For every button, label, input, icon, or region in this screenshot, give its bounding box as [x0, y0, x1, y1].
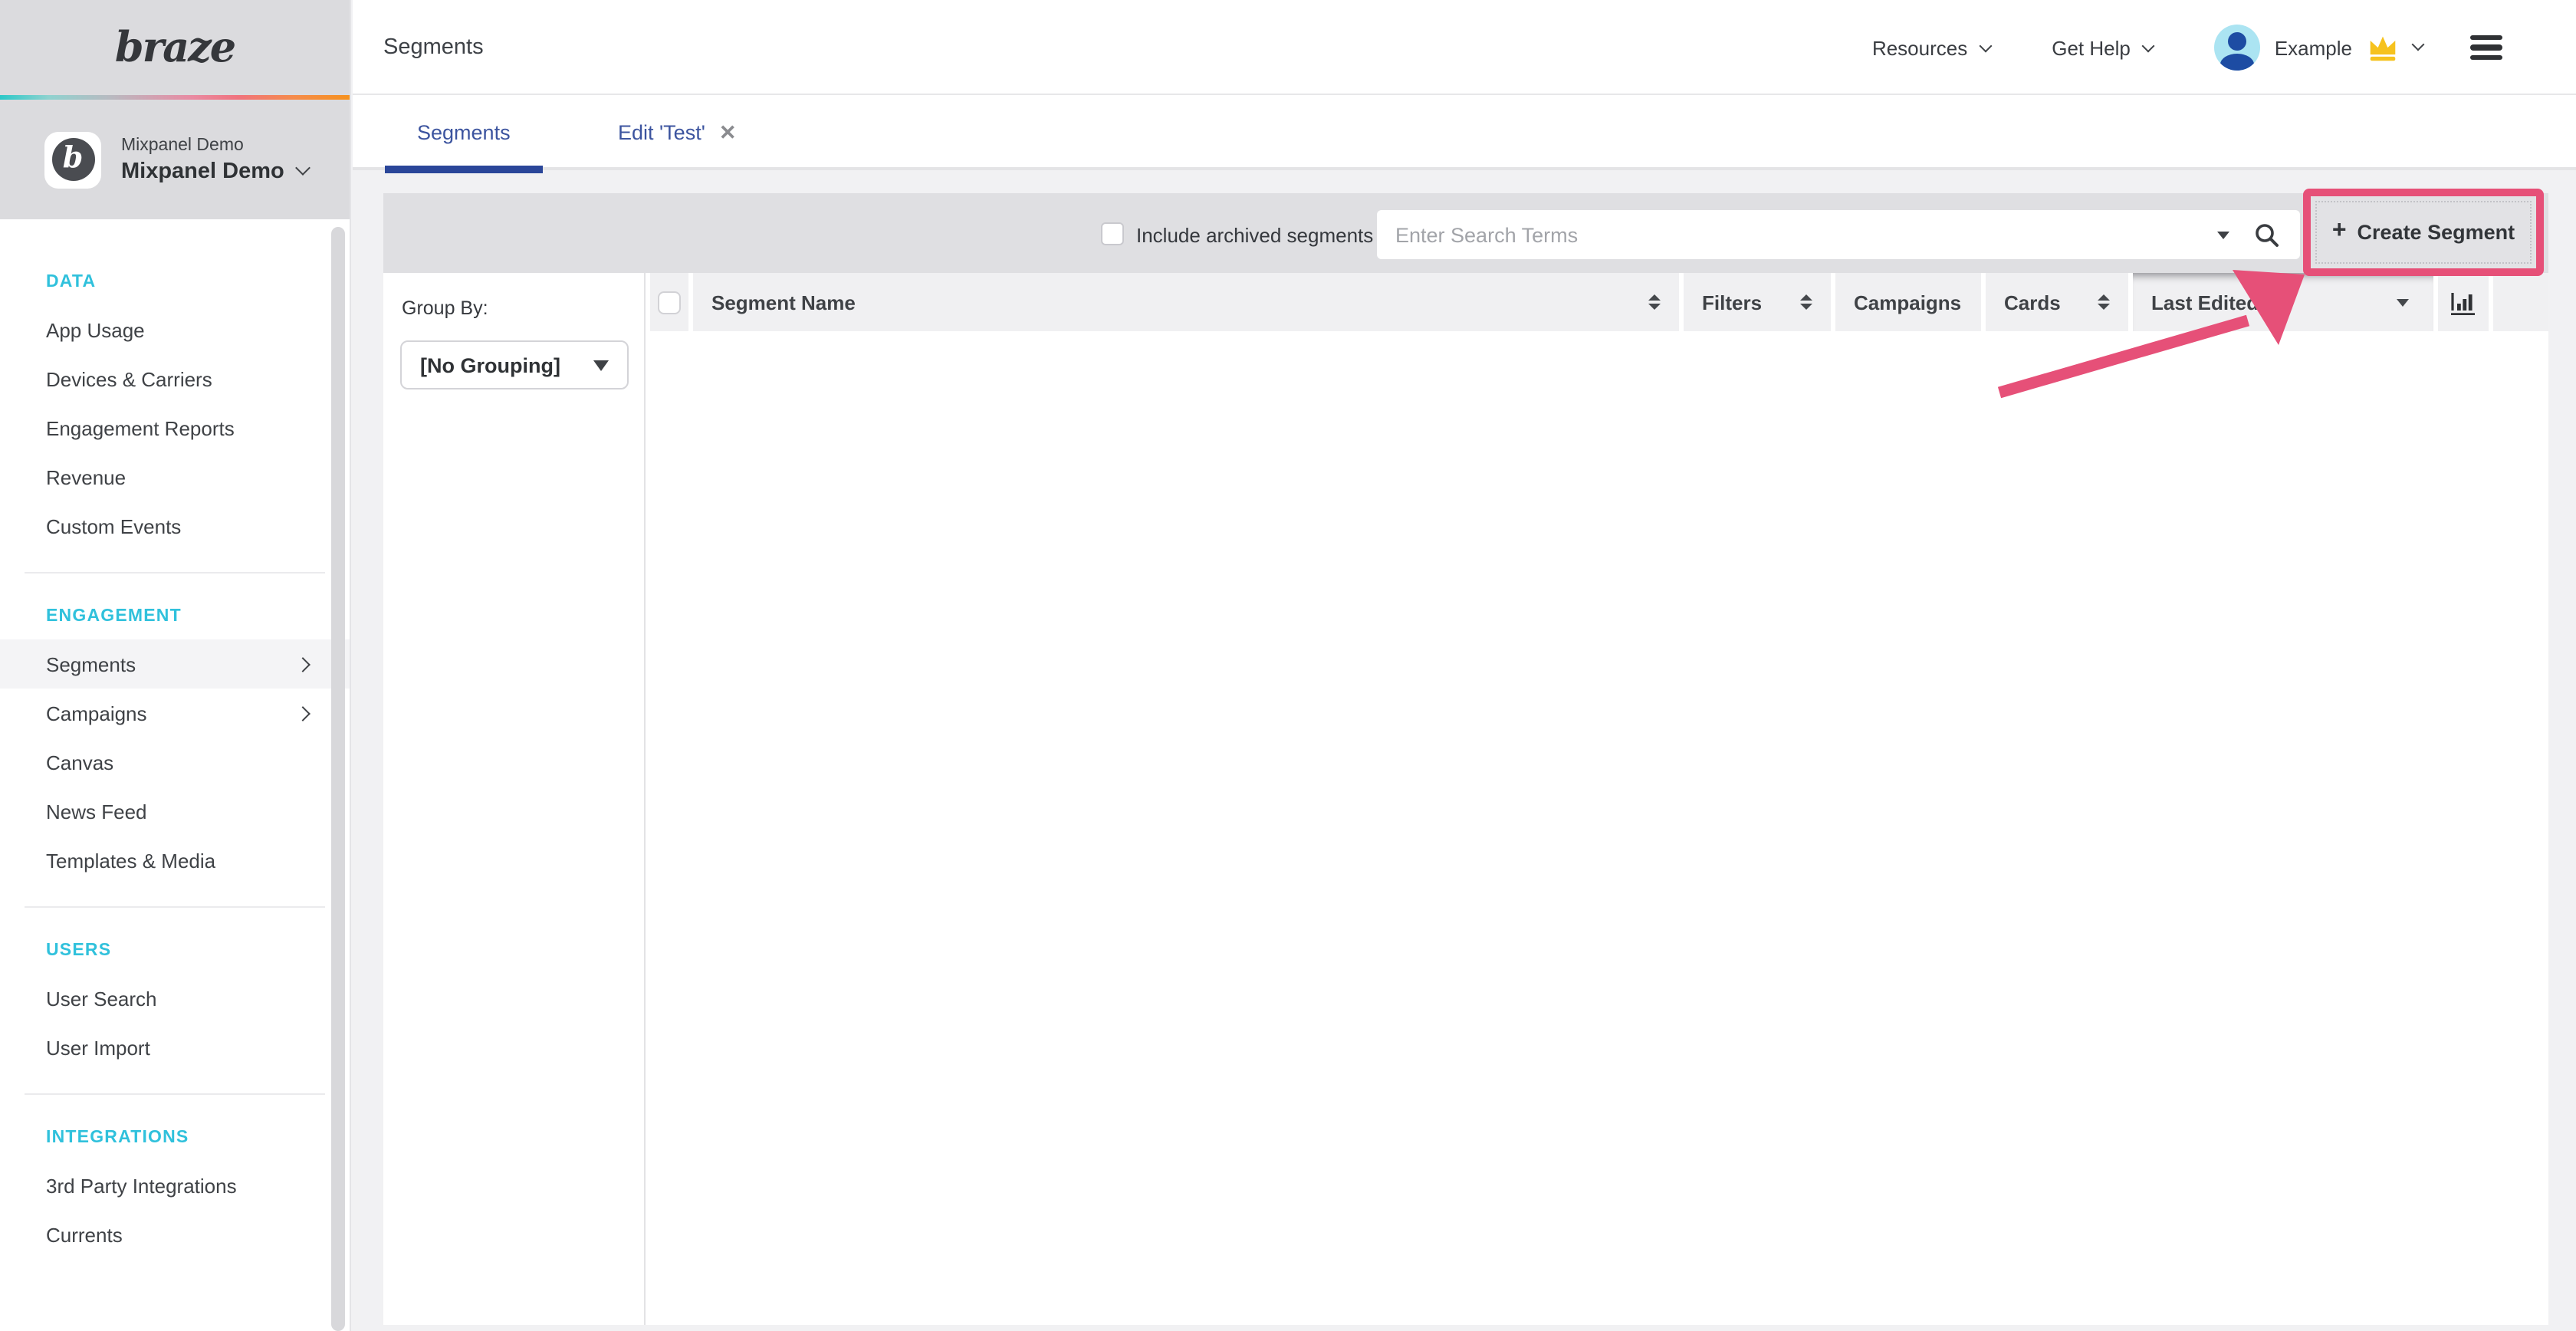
sidebar-item-app-usage[interactable]: App Usage: [0, 305, 350, 354]
column-campaigns[interactable]: Campaigns: [1835, 273, 1981, 331]
group-by-label: Group By:: [402, 297, 644, 319]
sidebar-item-canvas[interactable]: Canvas: [0, 738, 350, 787]
workspace-icon: b: [44, 131, 101, 188]
top-bar-actions: Resources Get Help Example: [1872, 0, 2502, 95]
sidebar-item-engagement-reports[interactable]: Engagement Reports: [0, 403, 350, 452]
table-body: [650, 331, 2548, 1325]
nav-section-title: USERS: [25, 926, 325, 974]
sidebar: braze b Mixpanel Demo Mixpanel Demo DATA…: [0, 0, 351, 1331]
search-box: [1377, 210, 2300, 259]
chevron-right-icon: [295, 656, 310, 672]
sidebar-item-devices-carriers[interactable]: Devices & Carriers: [0, 354, 350, 403]
resources-menu[interactable]: Resources: [1872, 36, 1990, 59]
column-last-edited[interactable]: Last Edited: [2133, 273, 2433, 331]
column-cards[interactable]: Cards: [1986, 273, 2128, 331]
nav-section-engagement: ENGAGEMENT Segments Campaigns Canvas New…: [25, 572, 325, 906]
nav-section-title: ENGAGEMENT: [25, 592, 325, 639]
select-all-cell: [650, 273, 688, 331]
chevron-down-icon: [296, 160, 311, 176]
select-all-checkbox[interactable]: [658, 291, 681, 314]
sidebar-scrollbar[interactable]: [331, 227, 345, 1331]
user-name: Example: [2275, 36, 2352, 59]
sort-desc-icon[interactable]: [2397, 298, 2409, 306]
sidebar-item-templates-media[interactable]: Templates & Media: [0, 836, 350, 885]
column-analytics[interactable]: [2438, 273, 2489, 331]
nav-section-integrations: INTEGRATIONS 3rd Party Integrations Curr…: [25, 1093, 325, 1280]
nav-section-title: INTEGRATIONS: [25, 1113, 325, 1161]
search-dropdown-caret-icon[interactable]: [2217, 231, 2229, 238]
sidebar-item-segments[interactable]: Segments: [0, 639, 350, 689]
table-header: Segment Name Filters Campaigns Cards Las…: [650, 273, 2548, 331]
workspace-name: Mixpanel Demo: [121, 136, 309, 154]
plus-icon: +: [2332, 218, 2347, 245]
sidebar-item-user-search[interactable]: User Search: [0, 974, 350, 1023]
sort-icon[interactable]: [1800, 294, 1812, 311]
group-by-select[interactable]: [No Grouping]: [400, 340, 629, 389]
sidebar-item-custom-events[interactable]: Custom Events: [0, 501, 350, 550]
sidebar-item-revenue[interactable]: Revenue: [0, 452, 350, 501]
chevron-down-icon: [2412, 38, 2425, 51]
column-filters[interactable]: Filters: [1684, 273, 1831, 331]
segments-panel: Include archived segments + Create Segme…: [383, 193, 2548, 1325]
hamburger-menu-icon[interactable]: [2470, 35, 2502, 59]
sidebar-item-3rd-party-integrations[interactable]: 3rd Party Integrations: [0, 1161, 350, 1210]
account-switcher[interactable]: b Mixpanel Demo Mixpanel Demo: [0, 100, 350, 219]
chevron-down-icon: [1980, 39, 1993, 52]
sidebar-item-user-import[interactable]: User Import: [0, 1023, 350, 1072]
tab-segments[interactable]: Segments: [417, 95, 511, 170]
top-bar: Segments Resources Get Help Example: [353, 0, 2576, 95]
close-icon[interactable]: ✕: [719, 120, 737, 145]
group-by-panel: Group By: [No Grouping]: [383, 273, 646, 1325]
braze-logo: braze: [115, 24, 235, 71]
tab-edit-test[interactable]: Edit 'Test' ✕: [618, 95, 737, 170]
sort-icon[interactable]: [2098, 294, 2110, 311]
crown-icon: [2366, 33, 2400, 62]
sort-icon[interactable]: [1648, 294, 1661, 311]
nav-section-data: DATA App Usage Devices & Carriers Engage…: [25, 239, 325, 572]
tab-bar: Segments Edit 'Test' ✕: [353, 95, 2576, 170]
chevron-right-icon: [295, 705, 310, 721]
include-archived-label: Include archived segments: [1136, 224, 1373, 247]
page-title: Segments: [383, 35, 484, 59]
column-segment-name[interactable]: Segment Name: [693, 273, 1679, 331]
braze-dashboard: braze b Mixpanel Demo Mixpanel Demo DATA…: [0, 0, 2576, 1331]
sidebar-item-campaigns[interactable]: Campaigns: [0, 689, 350, 738]
sidebar-nav: DATA App Usage Devices & Carriers Engage…: [0, 219, 350, 1280]
bar-chart-icon: [2450, 289, 2477, 315]
user-menu[interactable]: Example: [2215, 25, 2423, 71]
search-icon[interactable]: [2254, 222, 2280, 248]
search-input[interactable]: [1377, 223, 2217, 246]
annotation-highlight-box: + Create Segment: [2303, 189, 2544, 276]
chevron-down-icon: [2142, 39, 2155, 52]
account-name: Mixpanel Demo: [121, 159, 284, 183]
sidebar-item-currents[interactable]: Currents: [0, 1210, 350, 1259]
column-empty: [2493, 273, 2548, 331]
avatar: [2215, 25, 2261, 71]
include-archived-checkbox[interactable]: [1101, 222, 1124, 245]
segments-toolbar: Include archived segments + Create Segme…: [383, 193, 2548, 273]
nav-section-users: USERS User Search User Import: [25, 906, 325, 1093]
create-segment-button[interactable]: + Create Segment: [2311, 196, 2536, 268]
select-caret-icon: [593, 360, 609, 370]
brand-header: braze: [0, 0, 350, 95]
sidebar-item-news-feed[interactable]: News Feed: [0, 787, 350, 836]
workspace-icon-letter: b: [51, 138, 94, 181]
nav-section-title: DATA: [25, 258, 325, 305]
get-help-menu[interactable]: Get Help: [2052, 36, 2154, 59]
